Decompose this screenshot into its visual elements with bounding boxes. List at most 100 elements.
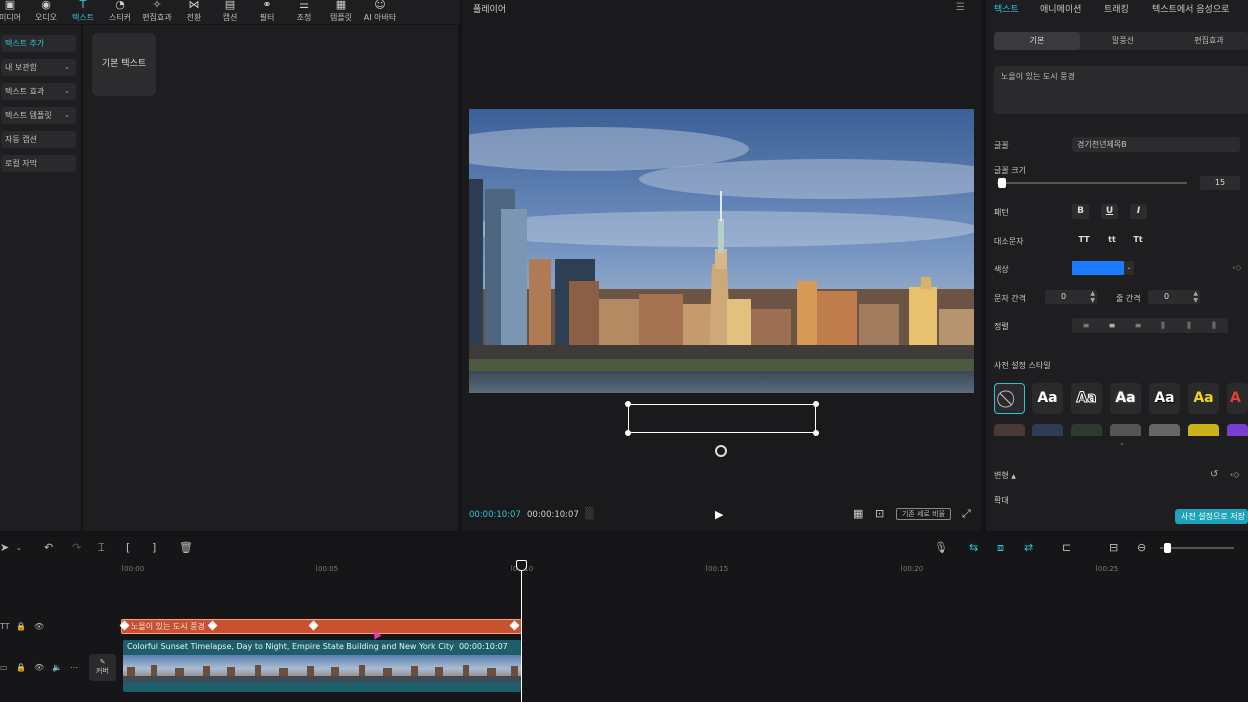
resize-handle[interactable] (813, 401, 819, 407)
toolbar-audio[interactable]: ◉ 오디오 (28, 0, 64, 24)
resize-handle[interactable] (625, 401, 631, 407)
select-tool-icon[interactable]: ➤ (0, 541, 9, 554)
preset-style-13[interactable] (1227, 424, 1248, 436)
expand-presets-icon[interactable]: ⌄ (1119, 439, 1125, 447)
eye-icon[interactable]: 👁 (34, 622, 44, 631)
fullscreen-icon[interactable]: ⤢ (962, 507, 971, 521)
toolbar-adjust[interactable]: ⚌ 조정 (286, 0, 322, 24)
color-swatch[interactable] (1072, 261, 1124, 275)
font-select[interactable]: 경기천년제목B (1072, 137, 1240, 152)
eye-icon[interactable]: 👁 (34, 663, 44, 672)
align-right-icon[interactable]: ≡ (1126, 318, 1150, 333)
playhead[interactable] (521, 560, 522, 702)
vertical-align-middle-icon[interactable]: ⫼ (1177, 318, 1201, 333)
trim-left-icon[interactable]: [ (126, 541, 130, 554)
align-center-icon[interactable]: ≡ (1100, 318, 1124, 333)
fit-timeline-icon[interactable]: ⊟ (1109, 541, 1118, 554)
delete-icon[interactable]: 🗑 (179, 541, 193, 554)
basic-text-card[interactable]: 기본 텍스트 (92, 33, 156, 96)
tab-animation[interactable]: 애니메이션 (1040, 2, 1081, 15)
toolbar-media[interactable]: ▣ 미디어 (0, 0, 28, 24)
more-icon[interactable]: ⋯ (70, 663, 78, 672)
preset-none[interactable]: ⃠ (994, 383, 1025, 414)
resize-handle[interactable] (625, 430, 631, 436)
tab-text[interactable]: 텍스트 (994, 2, 1019, 15)
chevron-down-icon[interactable]: ⌄ (1124, 261, 1134, 275)
preset-style-2[interactable]: Aa (1071, 383, 1102, 414)
preset-style-6[interactable]: A (1227, 383, 1248, 414)
zoom-out-icon[interactable]: ⊖ (1137, 541, 1146, 554)
video-preview[interactable] (469, 109, 974, 393)
subtab-speech-bubble[interactable]: 말풍선 (1080, 32, 1166, 50)
stepper-icon[interactable]: ▲ ▼ (1090, 290, 1095, 304)
lock-icon[interactable]: 🔒 (16, 622, 26, 631)
align-left-icon[interactable]: ≡ (1074, 318, 1098, 333)
toolbar-ai-avatar[interactable]: ☺ AI 아바타 (361, 0, 399, 24)
timeline-zoom-slider[interactable] (1160, 547, 1234, 549)
preset-style-7[interactable] (994, 424, 1025, 436)
zoom-fit-icon[interactable]: ⊡ (875, 507, 884, 520)
nav-text-effects[interactable]: 텍스트 효과 ⌄ (1, 83, 76, 100)
lock-icon[interactable]: 🔒 (16, 663, 26, 672)
tab-tracking[interactable]: 트래킹 (1104, 2, 1129, 15)
vertical-align-top-icon[interactable]: ⫼ (1151, 318, 1175, 333)
save-preset-button[interactable]: 사전 설정으로 저장 (1175, 509, 1248, 524)
preset-style-8[interactable] (1032, 424, 1063, 436)
cover-button[interactable]: ✎ 커버 (89, 654, 116, 681)
lowercase-button[interactable]: tt (1102, 233, 1122, 247)
redo-icon[interactable]: ↷ (72, 541, 81, 554)
reset-icon[interactable]: ↺ (1210, 469, 1218, 480)
undo-icon[interactable]: ↶ (44, 541, 53, 554)
tab-text-to-speech[interactable]: 텍스트에서 음성으로 (1152, 2, 1229, 15)
nav-add-text[interactable]: 텍스트 추가 (1, 35, 76, 52)
trim-right-icon[interactable]: ] (152, 541, 156, 554)
toolbar-filter[interactable]: ⚭ 필터 (249, 0, 285, 24)
snap-icon[interactable]: ⧈ (997, 541, 1004, 555)
transform-label[interactable]: 변형 ▲ (994, 470, 1016, 481)
nav-text-templates[interactable]: 텍스트 템플릿 ⌄ (1, 107, 76, 124)
aspect-ratio-button[interactable]: 기존 세로 비율 (896, 508, 951, 520)
rotate-handle-icon[interactable] (715, 445, 727, 457)
chevron-down-icon[interactable]: ⌄ (16, 544, 22, 552)
toolbar-sticker[interactable]: ◔ 스티커 (102, 0, 138, 24)
stepper-icon[interactable]: ▲ ▼ (1193, 290, 1198, 304)
preset-style-10[interactable] (1110, 424, 1141, 436)
text-selection-box[interactable] (625, 401, 819, 436)
titlecase-button[interactable]: Tt (1128, 233, 1148, 247)
keyframe-icon[interactable]: ‹◇ (1232, 263, 1241, 272)
vertical-align-bottom-icon[interactable]: ⫼ (1202, 318, 1226, 333)
line-spacing-input[interactable]: 0 ▲ ▼ (1148, 290, 1200, 304)
toolbar-template[interactable]: ▦ 템플릿 (323, 0, 359, 24)
toolbar-effects[interactable]: ✧ 편집효과 (139, 0, 175, 24)
preset-style-3[interactable]: Aa (1110, 383, 1141, 414)
italic-button[interactable]: I (1130, 204, 1147, 219)
preset-style-12[interactable] (1188, 424, 1219, 436)
text-content-input[interactable]: 노을이 있는 도시 풍경 (994, 66, 1248, 114)
preview-axis-icon[interactable]: ⊏ (1062, 541, 1071, 554)
magnet-icon[interactable]: ⇄ (1024, 541, 1033, 554)
font-size-slider[interactable] (997, 182, 1187, 184)
preset-style-1[interactable]: Aa (1032, 383, 1063, 414)
font-size-slider-handle[interactable] (998, 178, 1006, 188)
text-clip[interactable]: 노을이 있는 도시 풍경 (121, 619, 522, 634)
link-clips-icon[interactable]: ⇆ (969, 541, 978, 554)
play-icon[interactable]: ▶ (715, 508, 723, 521)
bold-button[interactable]: B (1072, 204, 1089, 219)
nav-local-subtitle[interactable]: 로컬 자막 (1, 155, 76, 172)
playhead-handle[interactable] (516, 560, 527, 571)
underline-button[interactable]: U (1101, 204, 1118, 219)
subtab-basic[interactable]: 기본 (994, 32, 1080, 50)
preset-style-5[interactable]: Aa (1188, 383, 1219, 414)
nav-auto-caption[interactable]: 자동 캡션 (1, 131, 76, 148)
toolbar-text[interactable]: T 텍스트 (65, 0, 101, 24)
font-size-input[interactable]: 15 (1200, 176, 1240, 190)
menu-icon[interactable]: ☰ (956, 2, 965, 13)
mute-icon[interactable]: 🔈 (52, 663, 62, 672)
uppercase-button[interactable]: TT (1074, 233, 1094, 247)
preset-style-9[interactable] (1071, 424, 1102, 436)
preset-style-11[interactable] (1149, 424, 1180, 436)
grid-view-icon[interactable]: ▦ (853, 507, 863, 520)
nav-my-library[interactable]: 내 보관함 ⌄ (1, 59, 76, 76)
preset-style-4[interactable]: Aa (1149, 383, 1180, 414)
toolbar-transition[interactable]: ⋈ 전환 (176, 0, 212, 24)
